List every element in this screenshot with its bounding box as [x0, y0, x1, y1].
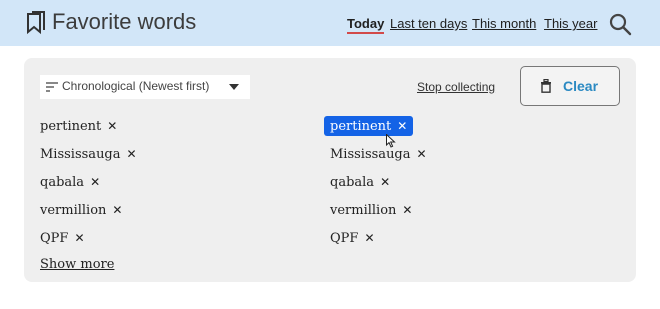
- word-text: qabala: [330, 175, 375, 190]
- close-icon[interactable]: ✕: [402, 203, 412, 217]
- word-text: Mississauga: [330, 147, 411, 162]
- stop-collecting-link[interactable]: Stop collecting: [417, 80, 495, 94]
- close-icon[interactable]: ✕: [107, 119, 117, 133]
- word-text: qabala: [40, 175, 85, 190]
- bookmark-icon: [27, 11, 45, 35]
- sort-dropdown[interactable]: Chronological (Newest first): [40, 75, 250, 99]
- sort-icon: [46, 82, 58, 92]
- close-icon[interactable]: ✕: [127, 147, 137, 161]
- nav-this-month[interactable]: This month: [472, 16, 536, 31]
- trash-icon: [541, 79, 551, 93]
- search-icon[interactable]: [608, 12, 632, 36]
- header-bar: Favorite words Today Last ten days This …: [0, 0, 660, 46]
- list-item: qabala ✕: [330, 172, 390, 192]
- word-text: pertinent: [330, 119, 392, 134]
- list-item: qabala ✕: [40, 172, 100, 192]
- list-item: Mississauga ✕: [40, 144, 137, 164]
- clear-button-label: Clear: [563, 78, 599, 94]
- word-text: vermillion: [40, 203, 107, 218]
- close-icon[interactable]: ✕: [90, 175, 100, 189]
- mouse-pointer-icon: [386, 134, 396, 148]
- list-item: Mississauga ✕: [330, 144, 427, 164]
- chevron-down-icon: [229, 84, 239, 90]
- word-text: QPF: [330, 231, 359, 246]
- list-item: vermillion ✕: [330, 200, 412, 220]
- close-icon[interactable]: ✕: [397, 119, 407, 133]
- close-icon[interactable]: ✕: [417, 147, 427, 161]
- nav-today[interactable]: Today: [347, 16, 385, 34]
- close-icon[interactable]: ✕: [380, 175, 390, 189]
- nav-last-ten-days[interactable]: Last ten days: [390, 16, 467, 31]
- nav-this-year[interactable]: This year: [544, 16, 597, 31]
- list-item-selected[interactable]: pertinent ✕: [324, 116, 414, 136]
- close-icon[interactable]: ✕: [364, 231, 374, 245]
- word-text: pertinent: [40, 119, 102, 134]
- word-text: QPF: [40, 231, 69, 246]
- show-more-link[interactable]: Show more: [40, 257, 114, 272]
- word-text: Mississauga: [40, 147, 121, 162]
- list-item: pertinent ✕: [40, 116, 117, 136]
- list-item: QPF ✕: [330, 228, 375, 248]
- close-icon[interactable]: ✕: [74, 231, 84, 245]
- word-text: vermillion: [330, 203, 397, 218]
- clear-button[interactable]: Clear: [520, 66, 620, 106]
- list-item: vermillion ✕: [40, 200, 122, 220]
- close-icon[interactable]: ✕: [112, 203, 122, 217]
- list-item: QPF ✕: [40, 228, 85, 248]
- page-title: Favorite words: [52, 9, 197, 34]
- sort-label: Chronological (Newest first): [62, 79, 210, 93]
